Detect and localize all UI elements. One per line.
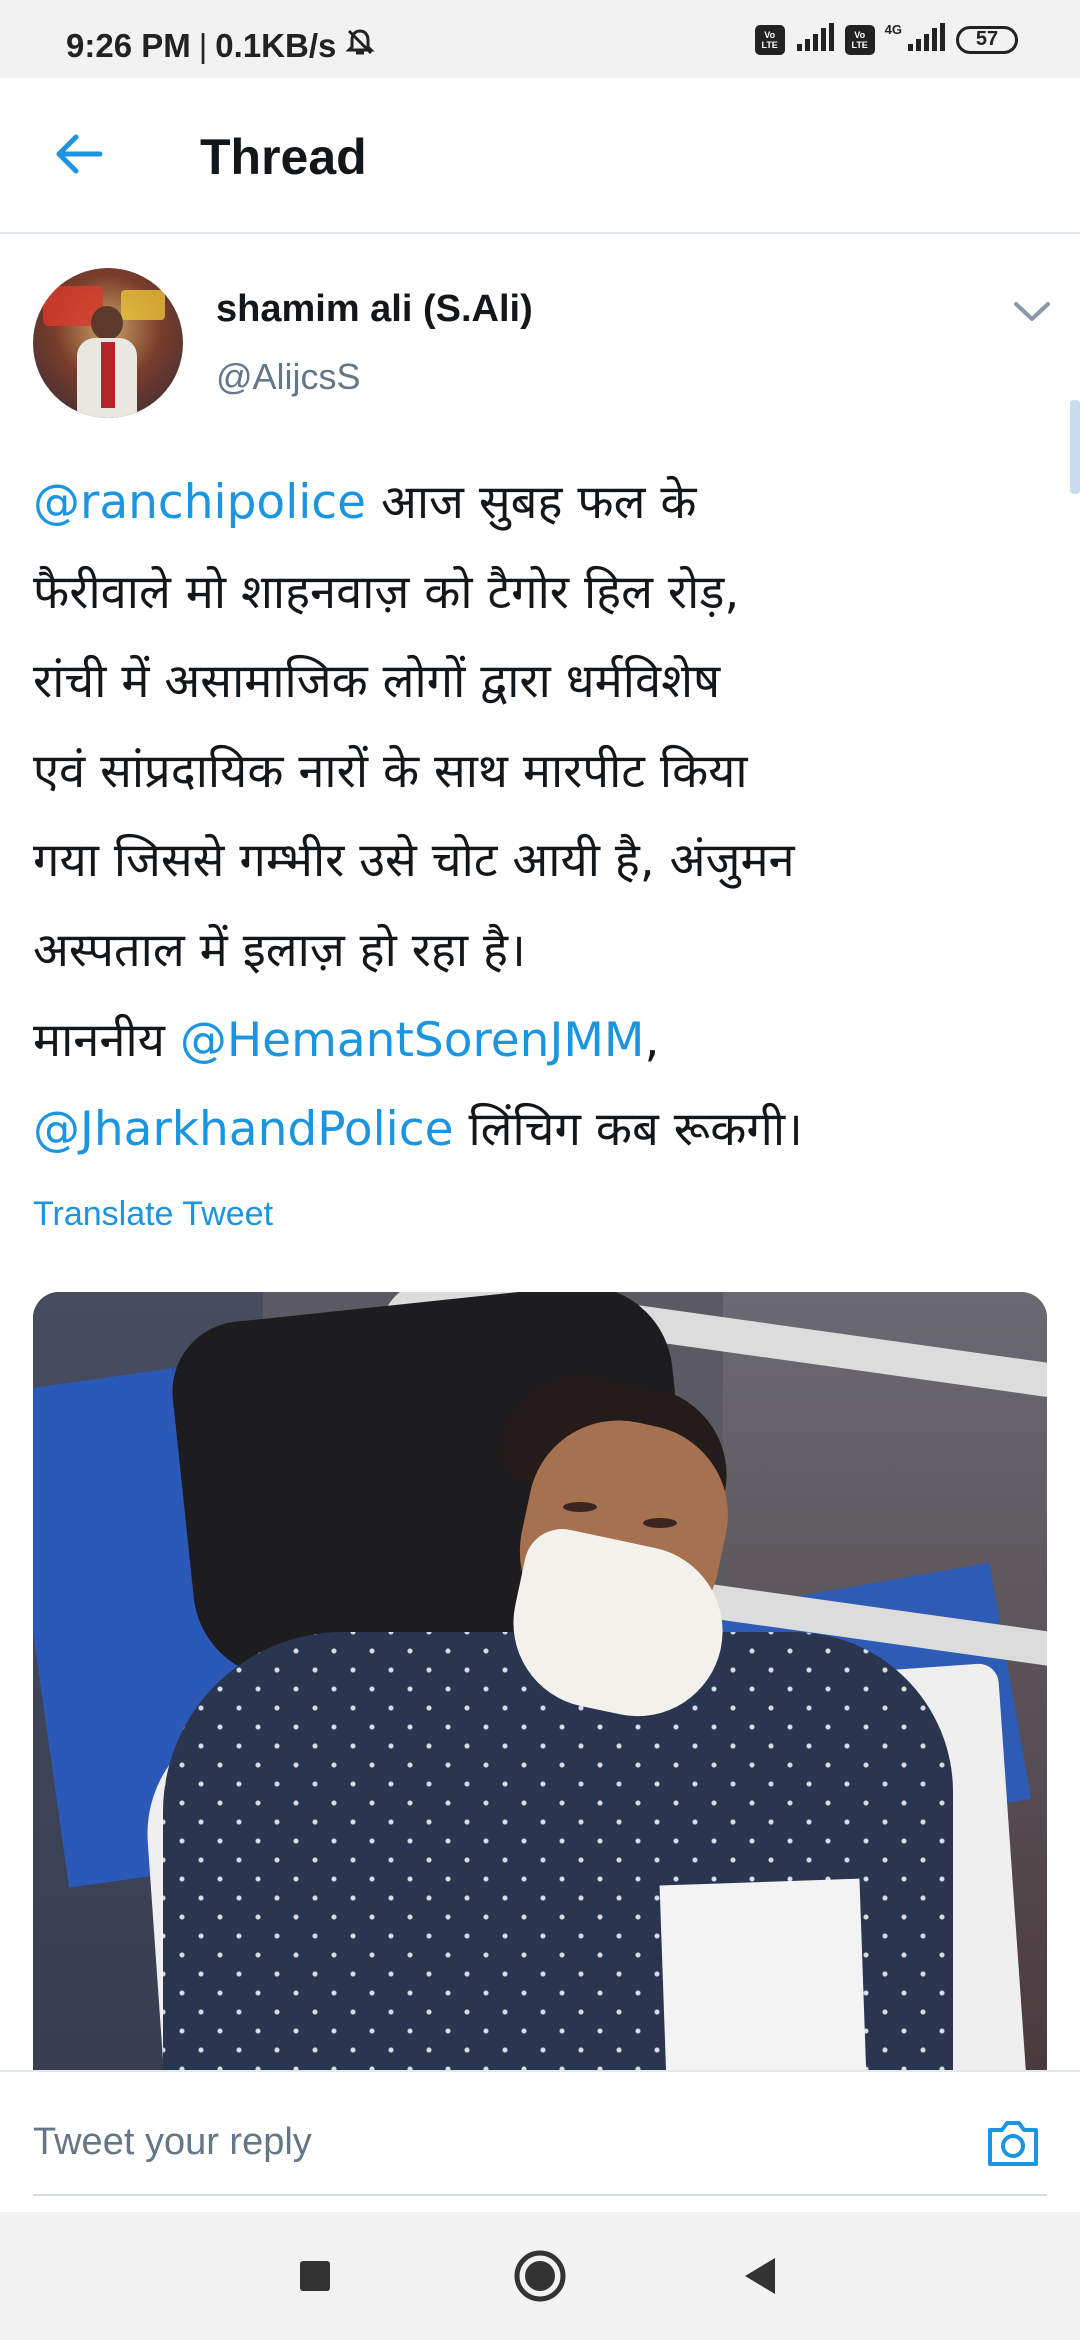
tweet-line: एवं सांप्रदायिक नारों के साथ मारपीट किया [33,743,748,799]
app-header: Thread [0,78,1080,234]
navigation-bar [0,2212,1080,2340]
status-right: Vo LTE Vo LTE 4G 57 [754,22,1018,57]
tweet-line: फैरीवाले मो शाहनवाज़ को टैगोर हिल रोड़, [33,564,740,620]
home-button[interactable] [510,2248,570,2308]
tweet-text-span: , [644,1012,660,1068]
volte-label: Vo LTE [761,29,778,50]
scrollbar[interactable] [1070,400,1080,494]
mention-link[interactable]: @ranchipolice [33,475,366,530]
page-title: Thread [200,129,367,185]
translate-tweet-link[interactable]: Translate Tweet [33,1195,273,1234]
back-triangle-icon [741,2256,779,2301]
mute-icon [344,26,376,66]
volte-label: Vo LTE [851,29,868,50]
tweet-line: @JharkhandPolice लिंचिग कब रूकगी। [33,1085,1053,1175]
tweet-line: गया जिससे गम्भीर उसे चोट आयी है, अंजुमन [33,833,795,889]
chevron-down-icon [1010,302,1054,334]
tweet-line: @ranchipolice आज सुबह फल के [33,458,1053,548]
nav-back-button[interactable] [730,2248,790,2308]
reply-divider [33,2194,1047,2196]
tweet-photo[interactable] [33,1292,1047,2070]
volte-icon: Vo LTE [754,24,785,55]
reply-bar [0,2070,1080,2212]
battery-icon: 57 [956,25,1018,54]
battery-level: 57 [975,28,999,50]
network-type: 4G [884,22,902,37]
status-bar: 9:26 PM | 0.1KB/s Vo LTE Vo LTE 4G 57 [0,0,1080,78]
signal-icon [906,22,946,57]
tweet-menu-button[interactable] [1010,294,1054,330]
recents-button[interactable] [285,2248,345,2308]
camera-button[interactable] [984,2116,1042,2170]
signal-icon [795,22,835,57]
tweet-line: रांची में असामाजिक लोगों द्वारा धर्मविशे… [33,654,721,710]
tweet-text-span: आज सुबह फल के [366,475,697,530]
volte-icon: Vo LTE [844,24,875,55]
mention-link[interactable]: @JharkhandPolice [33,1102,454,1157]
tweet-line: माननीय @HemantSorenJMM, [33,996,1053,1086]
status-time: 9:26 PM [66,27,191,64]
reply-input[interactable] [33,2112,933,2172]
author-handle[interactable]: @AlijcsS [216,356,361,398]
tweet-line: अस्पताल में इलाज़ हो रहा है। [33,922,526,978]
status-separator: | [198,27,208,64]
author-name[interactable]: shamim ali (S.Ali) [216,288,533,331]
recents-square-icon [298,2259,332,2298]
arrow-left-icon [52,128,104,185]
back-button[interactable] [46,124,110,188]
mention-link[interactable]: @HemantSorenJMM [180,1013,645,1068]
status-left: 9:26 PM | 0.1KB/s [66,26,376,66]
camera-icon [984,2121,1042,2174]
status-network-speed: 0.1KB/s [215,27,337,64]
home-circle-icon [512,2248,568,2309]
tweet-text-span: लिंचिग कब रूकगी। [453,1102,803,1158]
tweet-text: @ranchipolice आज सुबह फल के फैरीवाले मो … [33,458,1053,1175]
avatar[interactable] [33,268,183,418]
tweet-text-span: माननीय [33,1012,180,1068]
